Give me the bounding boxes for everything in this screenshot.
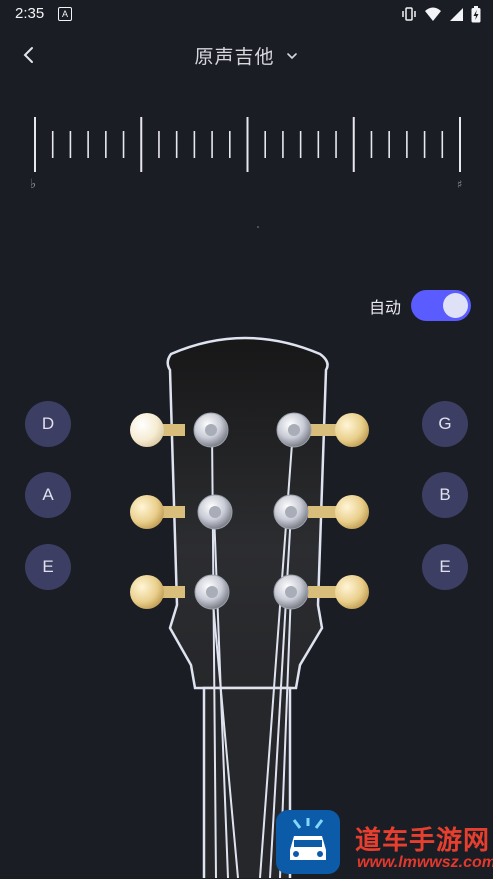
watermark: 道车手游网 www.lmwwsz.com [276,806,493,878]
app-notification-icon: A [58,7,72,21]
string-button-d[interactable]: D [25,401,71,447]
status-icons [401,5,481,22]
battery-charging-icon [471,5,481,22]
flat-symbol: ♭ [30,177,36,192]
watermark-url: www.lmwwsz.com [357,854,493,871]
pitch-indicator-dot [257,226,259,228]
status-time: 2:35 [15,5,45,22]
sharp-symbol: ♯ [457,178,462,191]
guitar-headstock [130,336,369,878]
string-button-g[interactable]: G [422,401,468,447]
status-bar: 2:35 A [0,0,493,28]
auto-mode-row: 自动 [369,290,471,321]
vibrate-icon [402,7,416,21]
watermark-logo [276,810,340,874]
watermark-name: 道车手游网 [355,825,491,855]
chevron-down-icon [286,52,297,59]
instrument-selector[interactable]: 原声吉他 [0,42,493,69]
auto-mode-label: 自动 [368,299,401,317]
string-button-b[interactable]: B [422,472,468,518]
string-button-low-e[interactable]: E [25,544,71,590]
toggle-knob [443,293,468,318]
tuner-symbols: ♭ ♯ [30,177,462,228]
header: 原声吉他 [0,30,493,80]
string-button-a[interactable]: A [25,472,71,518]
car-logo-icon [290,818,326,860]
string-button-high-e[interactable]: E [422,544,468,590]
page-title: 原声吉他 [194,47,275,68]
signal-icon [450,7,463,21]
wifi-icon [425,7,441,21]
auto-mode-toggle[interactable] [411,290,471,321]
